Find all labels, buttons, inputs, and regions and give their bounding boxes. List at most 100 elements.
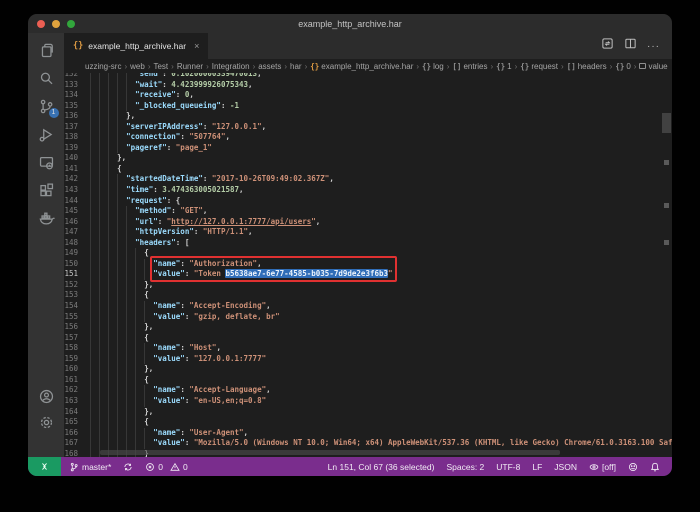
language-mode-status[interactable]: JSON bbox=[554, 462, 577, 472]
breadcrumb-item-uzzing-src[interactable]: uzzing-src bbox=[85, 62, 121, 71]
breadcrumb-item-integration[interactable]: Integration bbox=[212, 62, 250, 71]
close-tab-icon[interactable]: × bbox=[194, 41, 199, 51]
code-line-146[interactable]: 146 "url": "http://127.0.0.1:7777/api/us… bbox=[64, 217, 672, 228]
horizontal-scrollbar[interactable] bbox=[100, 450, 660, 455]
line-number[interactable]: 160 bbox=[64, 364, 90, 375]
more-actions-icon[interactable]: ··· bbox=[647, 41, 660, 52]
line-number[interactable]: 138 bbox=[64, 132, 90, 143]
code-line-150[interactable]: 150 "name": "Authorization", bbox=[64, 259, 672, 270]
code-line-157[interactable]: 157 { bbox=[64, 333, 672, 344]
code-line-151[interactable]: 151 "value": "Token b5638ae7-6e77-4585-b… bbox=[64, 269, 672, 280]
line-number[interactable]: 151 bbox=[64, 269, 90, 280]
notifications-button[interactable] bbox=[650, 462, 660, 472]
code-line-155[interactable]: 155 "value": "gzip, deflate, br" bbox=[64, 312, 672, 323]
code-line-135[interactable]: 135 "_blocked_queueing": -1 bbox=[64, 101, 672, 112]
tab-example-http-archive[interactable]: {} example_http_archive.har × bbox=[64, 33, 208, 59]
remote-explorer-icon[interactable] bbox=[38, 154, 55, 171]
line-number[interactable]: 140 bbox=[64, 153, 90, 164]
code-line-141[interactable]: 141 { bbox=[64, 164, 672, 175]
line-number[interactable]: 133 bbox=[64, 80, 90, 91]
code-line-165[interactable]: 165 { bbox=[64, 417, 672, 428]
code-line-156[interactable]: 156 }, bbox=[64, 322, 672, 333]
code-line-166[interactable]: 166 "name": "User-Agent", bbox=[64, 428, 672, 439]
line-number[interactable]: 145 bbox=[64, 206, 90, 217]
source-control-icon[interactable]: 1 bbox=[38, 98, 55, 115]
code-line-149[interactable]: 149 { bbox=[64, 248, 672, 259]
breadcrumb-item-log[interactable]: {}log bbox=[422, 62, 444, 71]
breadcrumb-item-headers[interactable]: []headers bbox=[567, 62, 607, 71]
code-line-139[interactable]: 139 "pageref": "page_1" bbox=[64, 143, 672, 154]
line-number[interactable]: 159 bbox=[64, 354, 90, 365]
close-window-button[interactable] bbox=[37, 20, 45, 28]
line-number[interactable]: 168 bbox=[64, 449, 90, 457]
line-number[interactable]: 142 bbox=[64, 174, 90, 185]
line-number[interactable]: 147 bbox=[64, 227, 90, 238]
split-editor-icon[interactable] bbox=[624, 37, 637, 55]
explorer-icon[interactable] bbox=[38, 42, 55, 59]
line-number[interactable]: 150 bbox=[64, 259, 90, 270]
code-line-137[interactable]: 137 "serverIPAddress": "127.0.0.1", bbox=[64, 122, 672, 133]
line-number[interactable]: 153 bbox=[64, 290, 90, 301]
run-debug-icon[interactable] bbox=[38, 126, 55, 143]
code-line-142[interactable]: 142 "startedDateTime": "2017-10-26T09:49… bbox=[64, 174, 672, 185]
code-line-152[interactable]: 152 }, bbox=[64, 280, 672, 291]
code-line-147[interactable]: 147 "httpVersion": "HTTP/1.1", bbox=[64, 227, 672, 238]
breadcrumb-item-0[interactable]: {}0 bbox=[615, 62, 630, 71]
overview-ruler[interactable] bbox=[660, 73, 672, 457]
problems-status[interactable]: 0 0 bbox=[145, 462, 187, 472]
line-number[interactable]: 136 bbox=[64, 111, 90, 122]
code-line-140[interactable]: 140 }, bbox=[64, 153, 672, 164]
code-line-162[interactable]: 162 "name": "Accept-Language", bbox=[64, 385, 672, 396]
code-editor[interactable]: 132 "send": 0.10200000339470013,133 "wai… bbox=[64, 73, 672, 457]
code-line-164[interactable]: 164 }, bbox=[64, 407, 672, 418]
extensions-icon[interactable] bbox=[38, 182, 55, 199]
code-line-160[interactable]: 160 }, bbox=[64, 364, 672, 375]
code-line-136[interactable]: 136 }, bbox=[64, 111, 672, 122]
git-branch-status[interactable]: master* bbox=[69, 462, 111, 472]
settings-gear-icon[interactable] bbox=[38, 414, 55, 431]
line-number[interactable]: 162 bbox=[64, 385, 90, 396]
line-number[interactable]: 165 bbox=[64, 417, 90, 428]
breadcrumb-item-entries[interactable]: []entries bbox=[452, 62, 487, 71]
cursor-position-status[interactable]: Ln 151, Col 67 (36 selected) bbox=[328, 462, 435, 472]
breadcrumb-item-runner[interactable]: Runner bbox=[177, 62, 203, 71]
code-line-133[interactable]: 133 "wait": 4.423999926075343, bbox=[64, 80, 672, 91]
sync-status[interactable] bbox=[123, 462, 133, 472]
line-number[interactable]: 164 bbox=[64, 407, 90, 418]
docker-icon[interactable] bbox=[38, 210, 55, 227]
breadcrumb-item-web[interactable]: web bbox=[130, 62, 145, 71]
code-line-167[interactable]: 167 "value": "Mozilla/5.0 (Windows NT 10… bbox=[64, 438, 672, 449]
breadcrumb-item-test[interactable]: Test bbox=[153, 62, 168, 71]
code-line-158[interactable]: 158 "name": "Host", bbox=[64, 343, 672, 354]
code-line-153[interactable]: 153 { bbox=[64, 290, 672, 301]
code-line-143[interactable]: 143 "time": 3.474363005021587, bbox=[64, 185, 672, 196]
remote-indicator[interactable] bbox=[28, 457, 61, 476]
eol-status[interactable]: LF bbox=[532, 462, 542, 472]
breadcrumb-item-example-http-archive-har[interactable]: {}example_http_archive.har bbox=[310, 62, 413, 71]
code-line-145[interactable]: 145 "method": "GET", bbox=[64, 206, 672, 217]
line-number[interactable]: 146 bbox=[64, 217, 90, 228]
title-bar[interactable]: example_http_archive.har bbox=[28, 14, 672, 33]
line-number[interactable]: 161 bbox=[64, 375, 90, 386]
encoding-status[interactable]: UTF-8 bbox=[496, 462, 520, 472]
code-line-144[interactable]: 144 "request": { bbox=[64, 196, 672, 207]
line-number[interactable]: 157 bbox=[64, 333, 90, 344]
breadcrumb-item-value[interactable]: value bbox=[639, 62, 667, 71]
line-number[interactable]: 134 bbox=[64, 90, 90, 101]
breadcrumb-item-1[interactable]: {}1 bbox=[496, 62, 511, 71]
line-number[interactable]: 158 bbox=[64, 343, 90, 354]
line-number[interactable]: 167 bbox=[64, 438, 90, 449]
line-number[interactable]: 166 bbox=[64, 428, 90, 439]
code-line-134[interactable]: 134 "receive": 0, bbox=[64, 90, 672, 101]
line-number[interactable]: 144 bbox=[64, 196, 90, 207]
code-line-138[interactable]: 138 "connection": "507764", bbox=[64, 132, 672, 143]
vertical-scrollbar-thumb[interactable] bbox=[662, 113, 671, 133]
search-icon[interactable] bbox=[38, 70, 55, 87]
open-changes-icon[interactable] bbox=[601, 37, 614, 55]
breadcrumb-item-request[interactable]: {}request bbox=[520, 62, 558, 71]
account-icon[interactable] bbox=[38, 388, 55, 405]
line-number[interactable]: 163 bbox=[64, 396, 90, 407]
line-number[interactable]: 155 bbox=[64, 312, 90, 323]
line-number[interactable]: 143 bbox=[64, 185, 90, 196]
code-line-148[interactable]: 148 "headers": [ bbox=[64, 238, 672, 249]
